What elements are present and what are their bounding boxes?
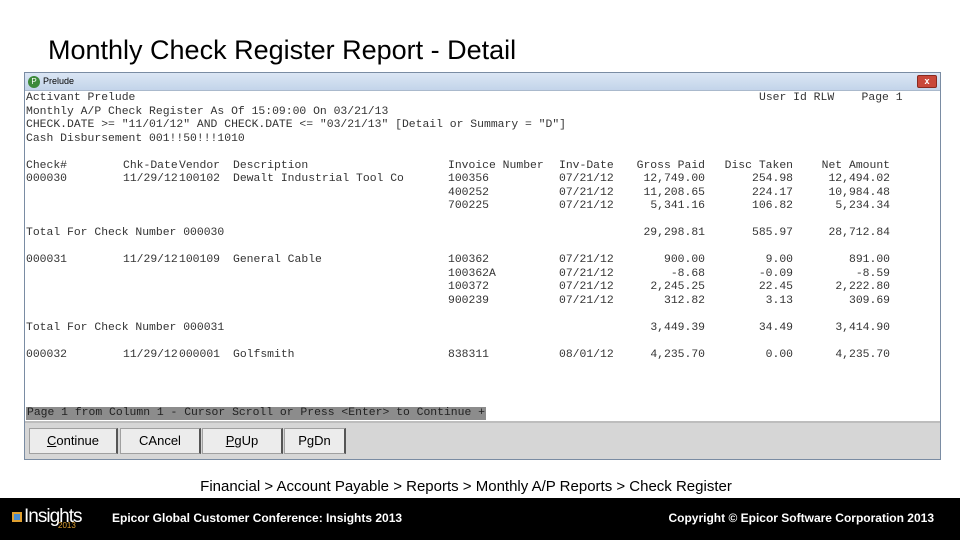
gross-paid: 12,749.00 bbox=[643, 173, 705, 185]
logo-mark-icon bbox=[12, 512, 22, 522]
report-header-line: Monthly A/P Check Register As Of 15:09:0… bbox=[26, 105, 389, 118]
invoice-number: 100372 bbox=[448, 281, 490, 293]
report-header-line: CHECK.DATE >= "11/01/12" AND CHECK.DATE … bbox=[26, 119, 567, 131]
cancel-button[interactable]: CAncel bbox=[120, 428, 201, 454]
prelude-app-icon: P bbox=[28, 76, 40, 88]
disc-taken: 106.82 bbox=[751, 200, 793, 212]
invoice-number: 400252 bbox=[448, 186, 490, 199]
check-date: 11/29/12 bbox=[123, 173, 178, 185]
total-disc-taken: 585.97 bbox=[751, 227, 793, 239]
invoice-date: 07/21/12 bbox=[559, 294, 614, 307]
disc-taken: 254.98 bbox=[751, 173, 793, 185]
total-net-amount: 28,712.84 bbox=[828, 227, 890, 239]
invoice-date: 07/21/12 bbox=[559, 186, 614, 199]
gross-paid: 11,208.65 bbox=[643, 186, 705, 199]
page-down-button[interactable]: PgDn bbox=[284, 428, 346, 454]
page-up-button[interactable]: PgUp bbox=[202, 428, 283, 454]
column-header: Check# bbox=[26, 159, 68, 172]
column-header: Gross Paid bbox=[636, 159, 705, 172]
invoice-date: 07/21/12 bbox=[559, 281, 614, 293]
invoice-number: 838311 bbox=[448, 348, 490, 361]
user-page-info: User Id RLW Page 1 bbox=[759, 92, 903, 104]
disc-taken: 224.17 bbox=[751, 186, 793, 199]
invoice-date: 07/21/12 bbox=[559, 254, 614, 266]
check-number: 000031 bbox=[26, 254, 68, 266]
invoice-number: 900239 bbox=[448, 294, 490, 307]
net-amount: 5,234.34 bbox=[835, 200, 890, 212]
column-header: Invoice Number bbox=[448, 159, 544, 172]
gross-paid: 2,245.25 bbox=[650, 281, 705, 293]
gross-paid: 312.82 bbox=[663, 294, 705, 307]
column-header: Description bbox=[233, 159, 309, 172]
column-header: Net Amount bbox=[821, 159, 890, 172]
gross-paid: 900.00 bbox=[663, 254, 705, 266]
check-date: 11/29/12 bbox=[123, 254, 178, 266]
total-gross-paid: 3,449.39 bbox=[650, 321, 705, 334]
net-amount: 309.69 bbox=[848, 294, 890, 307]
vendor-description: General Cable bbox=[233, 254, 322, 266]
total-gross-paid: 29,298.81 bbox=[643, 227, 705, 239]
check-total-label: Total For Check Number 000031 bbox=[26, 321, 225, 334]
gross-paid: 4,235.70 bbox=[650, 348, 705, 361]
copyright: Copyright © Epicor Software Corporation … bbox=[668, 511, 934, 525]
disc-taken: 3.13 bbox=[765, 294, 793, 307]
title-bar[interactable]: P Prelude x bbox=[25, 73, 940, 91]
column-header: Disc Taken bbox=[724, 159, 793, 172]
vendor-id: 000001 bbox=[179, 348, 221, 361]
check-date: 11/29/12 bbox=[123, 348, 178, 361]
vendor-description: Golfsmith bbox=[233, 348, 295, 361]
net-amount: 4,235.70 bbox=[835, 348, 890, 361]
disc-taken: 22.45 bbox=[758, 281, 793, 293]
vendor-description: Dewalt Industrial Tool Co bbox=[233, 173, 404, 185]
conference-name: Epicor Global Customer Conference: Insig… bbox=[112, 511, 403, 525]
report-header-line: Cash Disbursement 001!!50!!!1010 bbox=[26, 132, 245, 145]
vendor-id: 100102 bbox=[179, 173, 221, 185]
status-line: Page 1 from Column 1 - Cursor Scroll or … bbox=[26, 407, 486, 420]
disc-taken: 9.00 bbox=[765, 254, 793, 266]
total-net-amount: 3,414.90 bbox=[835, 321, 890, 334]
column-header: Vendor bbox=[179, 159, 221, 172]
net-amount: 2,222.80 bbox=[835, 281, 890, 293]
footer: Insights 2013 Epicor Global Customer Con… bbox=[0, 498, 960, 540]
gross-paid: 5,341.16 bbox=[650, 200, 705, 212]
check-number: 000032 bbox=[26, 348, 68, 361]
vendor-id: 100109 bbox=[179, 254, 221, 266]
net-amount: 12,494.02 bbox=[828, 173, 890, 185]
invoice-number: 100362 bbox=[448, 254, 490, 266]
window-title: Prelude bbox=[43, 76, 75, 86]
check-number: 000030 bbox=[26, 173, 68, 185]
net-amount: 10,984.48 bbox=[828, 186, 890, 199]
check-total-label: Total For Check Number 000030 bbox=[26, 227, 225, 239]
invoice-date: 08/01/12 bbox=[559, 348, 614, 361]
breadcrumb: Financial > Account Payable > Reports > … bbox=[200, 478, 732, 495]
total-disc-taken: 34.49 bbox=[758, 321, 793, 334]
invoice-date: 07/21/12 bbox=[559, 200, 614, 212]
net-amount: -8.59 bbox=[855, 267, 890, 280]
gross-paid: -8.68 bbox=[670, 267, 705, 280]
disc-taken: 0.00 bbox=[765, 348, 793, 361]
button-bar: Continue CAncel PgUp PgDn bbox=[25, 421, 940, 459]
continue-button[interactable]: Continue bbox=[29, 428, 118, 454]
report-output: Page 1 from Column 1 - Cursor Scroll or … bbox=[25, 91, 940, 421]
invoice-number: 100356 bbox=[448, 173, 490, 185]
invoice-number: 100362A bbox=[448, 267, 496, 280]
slide-title: Monthly Check Register Report - Detail bbox=[48, 35, 517, 65]
net-amount: 891.00 bbox=[848, 254, 890, 266]
invoice-date: 07/21/12 bbox=[559, 173, 614, 185]
disc-taken: -0.09 bbox=[758, 267, 793, 280]
column-header: Chk-Date bbox=[123, 159, 178, 172]
prelude-window: P Prelude x Page 1 from Column 1 - Curso… bbox=[24, 72, 941, 460]
logo-year: 2013 bbox=[58, 521, 76, 530]
column-header: Inv-Date bbox=[559, 159, 614, 172]
report-header-line: Activant Prelude bbox=[26, 92, 136, 104]
invoice-date: 07/21/12 bbox=[559, 267, 614, 280]
close-icon[interactable]: x bbox=[917, 75, 937, 88]
invoice-number: 700225 bbox=[448, 200, 490, 212]
